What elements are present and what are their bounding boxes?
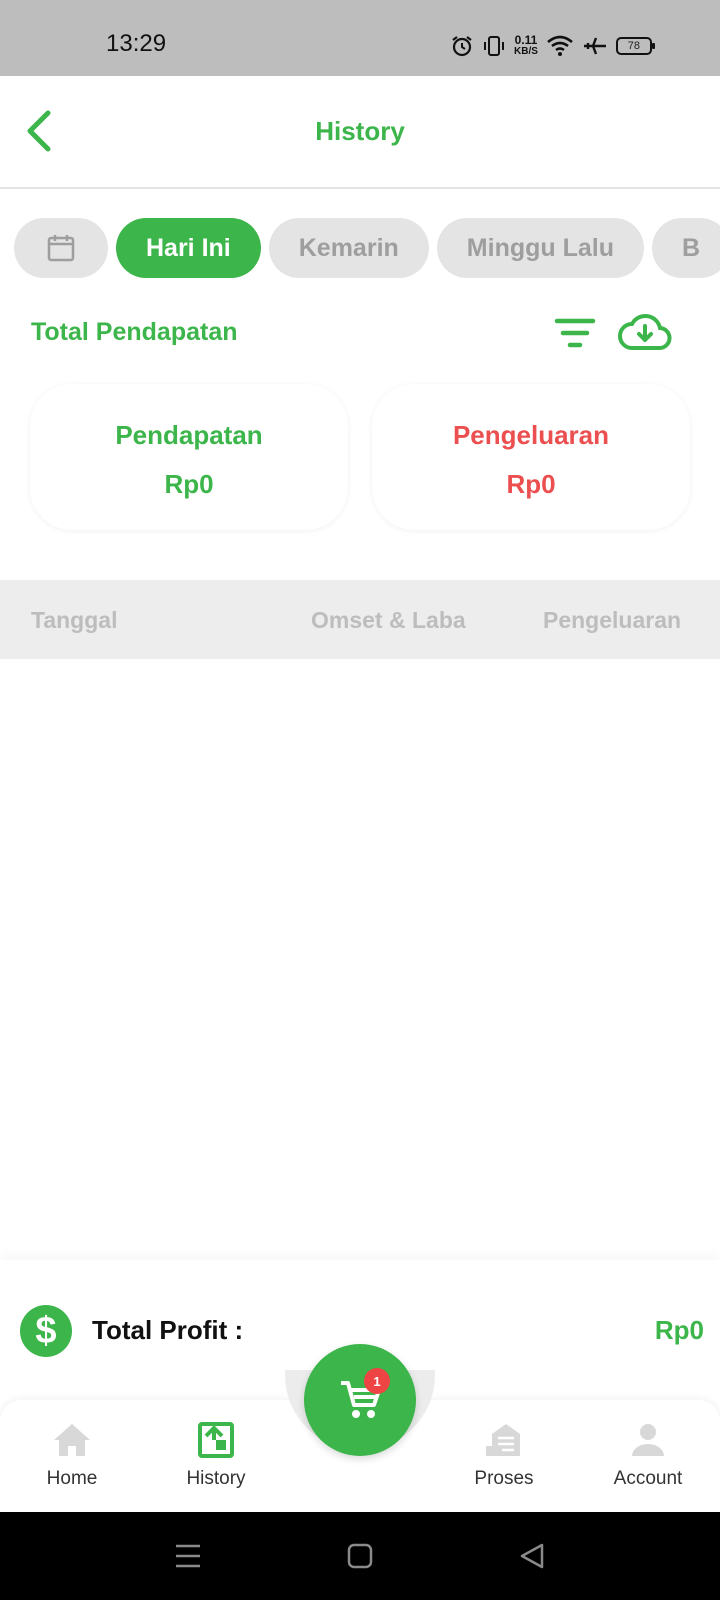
status-icons: 0.11 KB/S 78	[450, 30, 655, 62]
dollar-icon: $	[20, 1305, 72, 1357]
nav-proses[interactable]: Proses	[444, 1410, 564, 1490]
column-tanggal: Tanggal	[31, 607, 118, 633]
filter-icon	[554, 318, 596, 348]
vibrate-icon	[484, 36, 504, 56]
airplane-icon	[583, 37, 606, 55]
filter-button[interactable]	[553, 316, 597, 352]
total-profit-label: Total Profit :	[92, 1315, 244, 1345]
column-pengeluaran: Pengeluaran	[543, 607, 682, 633]
table-header: Tanggal Omset & Laba Pengeluaran	[0, 580, 720, 659]
page-title: History	[315, 116, 405, 146]
home-icon	[54, 1424, 90, 1456]
system-navigation	[0, 1512, 720, 1600]
nav-account[interactable]: Account	[588, 1410, 708, 1490]
status-time: 13:29	[106, 30, 167, 57]
chip-next[interactable]: B	[652, 218, 720, 278]
chip-kemarin[interactable]: Kemarin	[268, 218, 429, 278]
nav-account-label: Account	[613, 1468, 683, 1489]
calendar-icon	[47, 235, 75, 262]
nav-home[interactable]: Home	[12, 1410, 132, 1490]
network-speed: 0.11 KB/S	[514, 33, 538, 57]
calendar-chip[interactable]	[14, 218, 108, 278]
cart-button[interactable]: 1	[304, 1344, 416, 1456]
expense-label: Pengeluaran	[452, 420, 610, 450]
column-omset-laba: Omset & Laba	[311, 607, 466, 633]
menu-icon[interactable]	[174, 1542, 202, 1570]
chip-minggu-lalu[interactable]: Minggu Lalu	[436, 218, 644, 278]
date-filter-chips: Hari Ini Kemarin Minggu Lalu B	[14, 218, 720, 278]
income-value: Rp0	[164, 469, 214, 499]
total-profit-value: Rp0	[654, 1315, 704, 1345]
cloud-download-icon	[618, 313, 672, 350]
status-bar: 13:29 0.11 KB/S 78	[0, 0, 720, 76]
nav-history-label: History	[186, 1468, 246, 1489]
summary-title: Total Pendapatan	[31, 318, 238, 346]
app-header: History	[0, 76, 720, 189]
income-label: Pendapatan	[115, 420, 263, 450]
nav-home-label: Home	[46, 1468, 98, 1489]
alarm-icon	[452, 36, 472, 57]
back-triangle-icon[interactable]	[518, 1542, 546, 1570]
nav-proses-label: Proses	[474, 1468, 534, 1489]
battery-indicator: 78	[615, 37, 655, 55]
speed-unit: KB/S	[514, 46, 538, 57]
home-square-icon[interactable]	[346, 1542, 374, 1570]
proses-icon	[486, 1424, 520, 1456]
wifi-icon	[547, 35, 573, 56]
account-icon	[632, 1424, 664, 1456]
download-button[interactable]	[618, 312, 672, 354]
expense-card: Pengeluaran Rp0	[372, 384, 690, 530]
income-card: Pendapatan Rp0	[30, 384, 348, 530]
speed-value: 0.11	[514, 33, 538, 47]
expense-value: Rp0	[506, 469, 556, 499]
cart-badge: 1	[364, 1368, 390, 1394]
history-icon	[198, 1422, 234, 1458]
nav-history[interactable]: History	[156, 1410, 276, 1490]
chip-hari-ini[interactable]: Hari Ini	[116, 218, 261, 278]
